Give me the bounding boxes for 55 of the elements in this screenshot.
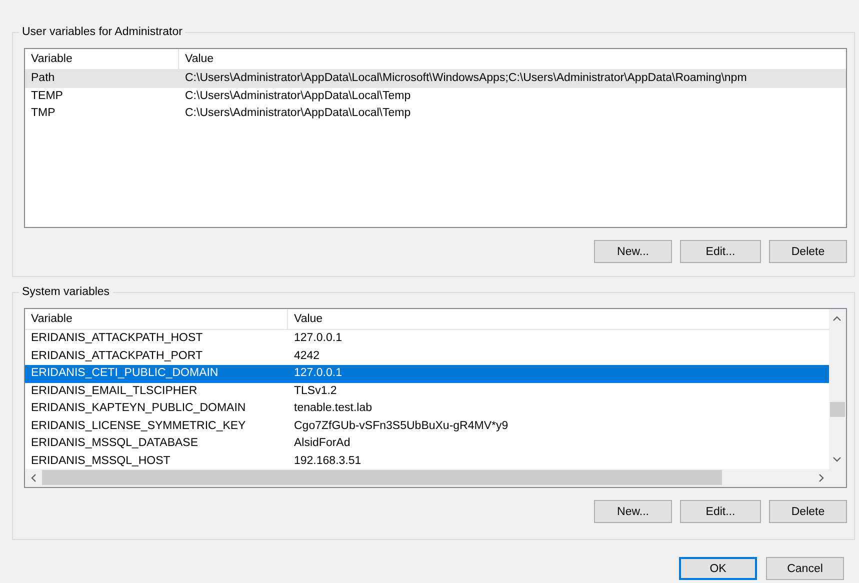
variable-value: Cgo7ZfGUb-vSFn3S5UbBuXu-gR4MV*y9 — [293, 418, 508, 434]
column-header[interactable]: Value — [288, 309, 829, 329]
variable-value: AlsidForAd — [293, 436, 350, 451]
column-header[interactable]: Variable — [25, 309, 288, 329]
group-title: System variables — [19, 285, 113, 300]
variable-row[interactable]: ERIDANIS_KAPTEYN_PUBLIC_DOMAIN tenable.test.lab — [25, 400, 829, 418]
variable-row[interactable]: ERIDANIS_MSSQL_HOST 192.168.3.51 — [25, 452, 829, 469]
variable-name: TMP — [30, 106, 56, 121]
variable-name: ERIDANIS_CETI_PUBLIC_DOMAIN — [30, 366, 220, 381]
dialog-button[interactable]: Cancel — [766, 557, 844, 580]
variable-name: ERIDANIS_MSSQL_HOST — [30, 454, 172, 468]
variable-value: C:\Users\Administrator\AppData\Local\Temp — [184, 106, 411, 121]
variable-row[interactable]: TEMP C:\Users\Administrator\AppData\Local\Temp — [25, 88, 846, 105]
horizontal-scrollbar[interactable] — [25, 469, 846, 487]
variable-row[interactable]: ERIDANIS_ATTACKPATH_PORT 4242 — [25, 348, 829, 365]
variable-row[interactable]: ERIDANIS_MSSQL_DATABASE AlsidForAd — [25, 435, 829, 452]
variable-name: ERIDANIS_EMAIL_TLSCIPHER — [30, 384, 198, 398]
scroll-down-icon[interactable] — [833, 457, 841, 462]
column-header[interactable]: Value — [179, 49, 846, 69]
list-action-button[interactable]: Edit... — [680, 500, 761, 523]
list-action-button[interactable]: Edit... — [680, 240, 761, 263]
variable-name: ERIDANIS_ATTACKPATH_HOST — [30, 331, 204, 346]
list-action-button[interactable]: New... — [594, 500, 672, 523]
vertical-scrollbar[interactable] — [829, 309, 846, 469]
variable-row[interactable]: ERIDANIS_EMAIL_TLSCIPHER TLSv1.2 — [25, 382, 829, 400]
column-header[interactable]: Variable — [25, 49, 179, 69]
variable-value: 127.0.0.1 — [293, 366, 342, 381]
variables-list[interactable] — [24, 308, 847, 488]
variable-row[interactable]: Path C:\Users\Administrator\AppData\Local\Microsoft\WindowsApps;C:\Users\Administrator\AppData\Roaming\npm — [25, 70, 846, 88]
variable-row[interactable]: ERIDANIS_LICENSE_SYMMETRIC_KEY Cgo7ZfGUb-vSFn3S5UbBuXu-gR4MV*y9 — [25, 418, 829, 435]
variable-value: 4242 — [293, 348, 320, 364]
scroll-right-icon[interactable] — [819, 474, 824, 482]
list-action-button[interactable]: Delete — [769, 500, 847, 523]
variable-name: ERIDANIS_MSSQL_DATABASE — [30, 436, 200, 451]
variable-value: tenable.test.lab — [293, 401, 372, 416]
variable-name: Path — [30, 71, 56, 86]
variable-row[interactable]: ERIDANIS_ATTACKPATH_HOST 127.0.0.1 — [25, 330, 829, 348]
variable-name: ERIDANIS_LICENSE_SYMMETRIC_KEY — [30, 418, 247, 434]
scroll-thumb[interactable] — [42, 470, 722, 485]
list-action-button[interactable]: New... — [594, 240, 672, 263]
variable-row[interactable]: TMP C:\Users\Administrator\AppData\Local\Temp — [25, 105, 846, 122]
scroll-left-icon[interactable] — [31, 474, 36, 482]
variable-value: 127.0.0.1 — [293, 331, 342, 346]
list-action-button[interactable]: Delete — [769, 240, 847, 263]
variable-value: 192.168.3.51 — [293, 454, 362, 468]
variable-value: C:\Users\Administrator\AppData\Local\Microsoft\WindowsApps;C:\Users\Administrator\AppData\Roaming\npm — [184, 71, 747, 86]
scroll-thumb[interactable] — [830, 402, 845, 417]
variable-value: C:\Users\Administrator\AppData\Local\Temp — [184, 88, 411, 104]
scroll-up-icon[interactable] — [833, 316, 841, 321]
dialog-button[interactable]: OK — [679, 557, 757, 580]
variable-name: TEMP — [30, 88, 64, 104]
variable-value: TLSv1.2 — [293, 384, 337, 398]
variable-name: ERIDANIS_KAPTEYN_PUBLIC_DOMAIN — [30, 401, 247, 416]
variable-row[interactable]: ERIDANIS_CETI_PUBLIC_DOMAIN 127.0.0.1 — [25, 365, 829, 382]
variable-name: ERIDANIS_ATTACKPATH_PORT — [30, 348, 204, 364]
